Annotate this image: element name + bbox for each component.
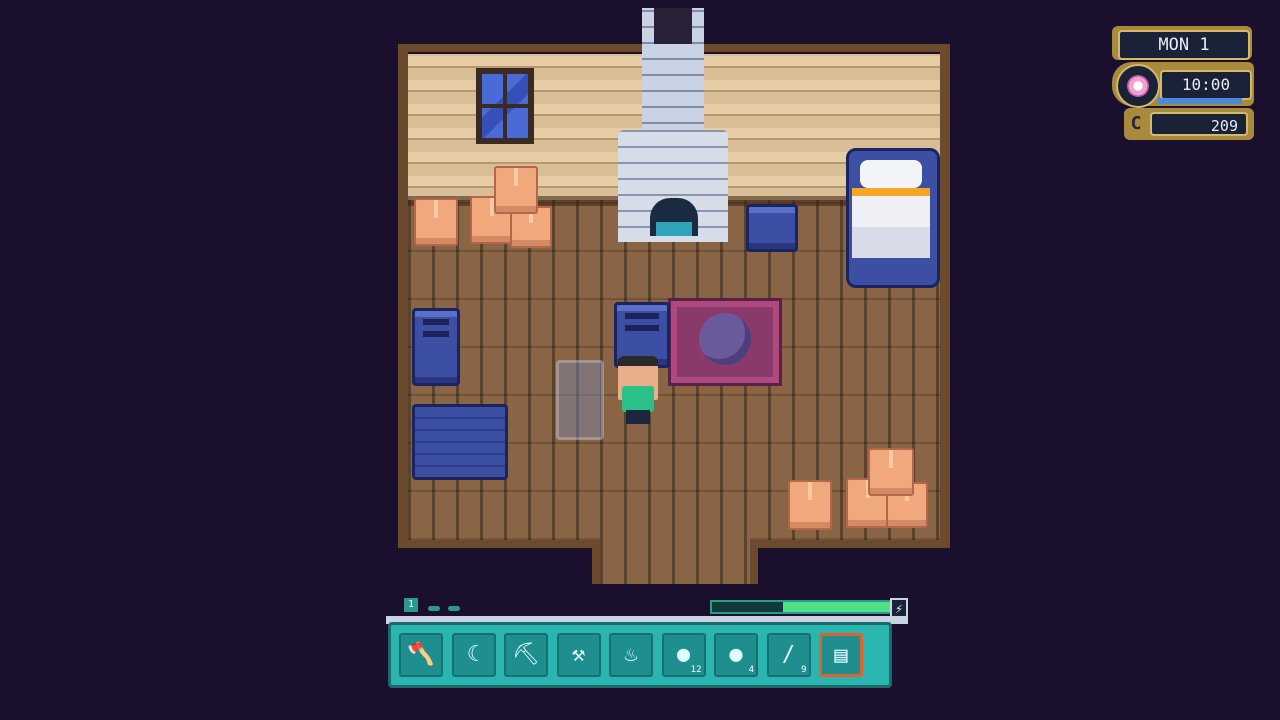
axe-icon: 🪓 — [407, 642, 435, 667]
rug — [668, 298, 782, 386]
stamina-fill — [783, 602, 890, 612]
player-body — [622, 386, 654, 412]
time-label: 10:00 — [1160, 70, 1252, 100]
hotbar-page-dot[interactable] — [428, 606, 440, 611]
wall-frame-left — [398, 44, 408, 548]
day-label: MON 1 — [1118, 30, 1250, 60]
fireplace-hearth — [650, 198, 698, 236]
item-count: 12 — [690, 665, 702, 675]
bed-blanket — [852, 188, 930, 258]
placement-preview-chair[interactable] — [556, 360, 604, 440]
hotbar-slot[interactable]: ● 4 — [714, 633, 758, 677]
coin-icon: C — [1130, 113, 1142, 134]
cardboard-box[interactable] — [788, 480, 832, 530]
cardboard-box[interactable] — [868, 448, 914, 496]
hotbar-slot[interactable]: ● 12 — [661, 633, 706, 677]
hotbar-slot[interactable]: ▤ — [819, 633, 863, 677]
watering-can-icon: ♨ — [624, 642, 638, 667]
nightstand[interactable] — [746, 204, 798, 252]
chimney-opening — [654, 8, 692, 44]
money-label: 209 — [1150, 112, 1248, 136]
hotbar-slot[interactable]: 🪓 — [399, 633, 443, 677]
hotbar-slot[interactable]: ☾ — [451, 633, 496, 677]
door-frame-right — [750, 540, 758, 584]
wall-frame-right — [940, 44, 950, 548]
door-frame-left — [592, 540, 600, 584]
flower-clock-icon — [1116, 64, 1160, 108]
seed-bag-red-icon: ● — [676, 642, 691, 667]
bed-pillow — [860, 160, 922, 188]
hotbar-slot[interactable]: ⚒ — [556, 633, 601, 677]
doorway-floor[interactable] — [600, 536, 750, 584]
house-interior — [0, 0, 1280, 720]
window — [476, 68, 534, 144]
player-legs — [626, 410, 650, 424]
cardboard-box[interactable] — [414, 198, 458, 246]
seed-bag-yellow-icon: ● — [729, 642, 743, 667]
chair-icon: ▤ — [834, 643, 848, 668]
sickle-icon: ☾ — [466, 642, 481, 667]
cardboard-box[interactable] — [494, 166, 538, 214]
hoe-icon: ⚒ — [571, 642, 586, 667]
time-progress-bar — [1158, 98, 1242, 104]
hotbar-page-dot[interactable] — [448, 606, 460, 611]
stamina-bar — [710, 600, 892, 614]
hotbar-page-indicator[interactable]: 1 — [404, 598, 418, 612]
item-count: 9 — [801, 665, 807, 675]
blue-chair[interactable] — [412, 308, 460, 386]
hotbar-slot[interactable]: ♨ — [609, 633, 653, 677]
hotbar-slot[interactable]: ⛏ — [504, 633, 548, 677]
item-count: 4 — [748, 665, 754, 675]
blue-table[interactable] — [412, 404, 508, 480]
wall-frame-bottom-left — [398, 540, 600, 548]
pickaxe-icon: ⛏ — [512, 642, 540, 667]
hotbar: 🪓 ☾ ⛏ ⚒ ♨ ● 12 ● 4 ∕ 9 ▤ — [388, 622, 892, 688]
fishing-rod-icon: ∕ — [781, 642, 796, 667]
hotbar-slot[interactable]: ∕ 9 — [766, 633, 811, 677]
wall-frame-bottom-right — [750, 540, 950, 548]
